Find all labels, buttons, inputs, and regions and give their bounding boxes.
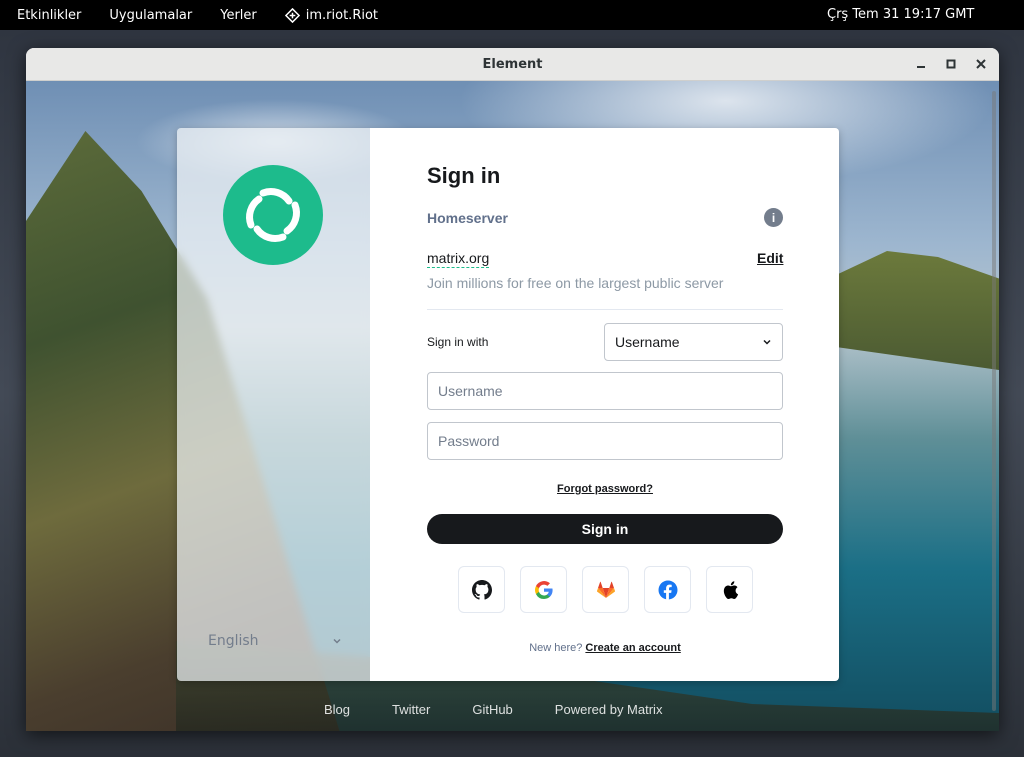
sign-in-button[interactable]: Sign in: [427, 514, 783, 544]
password-input[interactable]: [427, 422, 783, 460]
app-window: Element English Sign in Homeserver i mat…: [26, 48, 999, 731]
gnome-top-bar: Etkinlikler Uygulamalar Yerler im.riot.R…: [0, 0, 1024, 30]
login-type-value: Username: [615, 334, 680, 350]
create-account-line: New here? Create an account: [427, 642, 783, 654]
close-button[interactable]: [973, 56, 989, 72]
minimize-button[interactable]: [913, 56, 929, 72]
footer-matrix-link[interactable]: Powered by Matrix: [555, 702, 663, 717]
footer-github-link[interactable]: GitHub: [472, 702, 512, 717]
chevron-down-icon: [333, 638, 341, 644]
auth-header-panel: English: [177, 128, 370, 681]
clock[interactable]: Çrş Tem 31 19:17 GMT: [827, 7, 974, 22]
sso-github-button[interactable]: [458, 566, 505, 613]
page-title: Sign in: [427, 163, 501, 188]
footer-twitter-link[interactable]: Twitter: [392, 702, 430, 717]
maximize-button[interactable]: [943, 56, 959, 72]
minimize-icon: [917, 66, 925, 68]
chevron-down-icon: [763, 339, 771, 345]
create-account-link[interactable]: Create an account: [585, 642, 680, 654]
window-title: Element: [482, 56, 543, 72]
activities-button[interactable]: Etkinlikler: [17, 8, 81, 23]
maximize-icon: [946, 59, 956, 69]
sign-in-with-label: Sign in with: [427, 335, 489, 349]
language-selector[interactable]: English: [208, 633, 342, 649]
sso-buttons: [458, 566, 753, 613]
close-icon: [976, 59, 986, 69]
edit-homeserver-link[interactable]: Edit: [757, 250, 783, 266]
places-menu[interactable]: Yerler: [220, 8, 257, 23]
gitlab-icon: [596, 581, 615, 598]
info-icon[interactable]: i: [764, 208, 783, 227]
divider: [427, 309, 783, 310]
auth-body: Sign in Homeserver i matrix.org Edit Joi…: [370, 128, 839, 681]
sso-gitlab-button[interactable]: [582, 566, 629, 613]
footer-blog-link[interactable]: Blog: [324, 702, 350, 717]
scrollbar[interactable]: [992, 91, 996, 711]
homeserver-name[interactable]: matrix.org: [427, 250, 490, 268]
applications-menu[interactable]: Uygulamalar: [109, 8, 192, 23]
username-input[interactable]: [427, 372, 783, 410]
background-hill: [836, 251, 999, 371]
login-type-dropdown[interactable]: Username: [604, 323, 783, 361]
new-here-text: New here?: [529, 642, 583, 654]
homeserver-label: Homeserver: [427, 210, 508, 226]
element-logo: [223, 165, 323, 265]
homeserver-description: Join millions for free on the largest pu…: [427, 275, 724, 291]
sso-google-button[interactable]: [520, 566, 567, 613]
element-logo-icon: [246, 188, 300, 242]
app-menu[interactable]: im.riot.Riot: [284, 7, 379, 23]
app-icon: [284, 7, 300, 23]
forgot-password-link[interactable]: Forgot password?: [427, 483, 783, 495]
facebook-icon: [658, 580, 677, 599]
language-label: English: [208, 633, 259, 649]
app-content: English Sign in Homeserver i matrix.org …: [26, 81, 999, 731]
window-titlebar[interactable]: Element: [26, 48, 999, 81]
auth-page: English Sign in Homeserver i matrix.org …: [177, 128, 839, 681]
app-menu-label: im.riot.Riot: [305, 7, 379, 23]
sso-facebook-button[interactable]: [644, 566, 691, 613]
page-footer: Blog Twitter GitHub Powered by Matrix: [324, 702, 662, 717]
google-icon: [534, 580, 553, 599]
window-controls: [913, 56, 989, 72]
github-icon: [471, 579, 492, 600]
sso-apple-button[interactable]: [706, 566, 753, 613]
apple-icon: [723, 580, 738, 599]
